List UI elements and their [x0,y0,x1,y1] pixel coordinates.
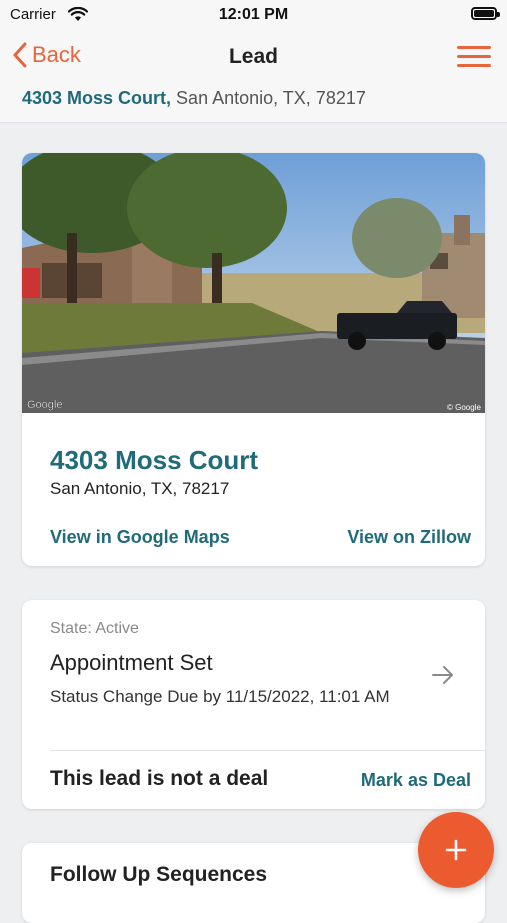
divider [50,750,485,751]
property-card: Google © Google 4303 Moss Court San Anto… [22,153,485,566]
header-address-street: 4303 Moss Court, [22,88,172,108]
page-title: Lead [228,45,278,68]
deal-status-text: This lead is not a deal [50,767,269,790]
battery-icon [471,7,500,20]
property-city: San Antonio, TX, 78217 [50,479,230,498]
plus-icon [445,839,467,861]
header-address: 4303 Moss Court, San Antonio, TX, 78217 [22,88,366,109]
header-address-city: San Antonio, TX, 78217 [171,88,366,108]
status-card: State: Active Appointment Set Status Cha… [22,600,485,809]
property-street: 4303 Moss Court [50,445,259,475]
nav-header: Back Lead 4303 Moss Court, San Antonio, … [0,32,507,123]
menu-icon[interactable] [457,46,491,72]
lead-state: State: Active [50,620,139,637]
status-bar: Carrier 12:01 PM [0,0,507,32]
mark-as-deal-button[interactable]: Mark as Deal [361,770,471,791]
google-maps-link[interactable]: View in Google Maps [50,527,230,548]
follow-up-title: Follow Up Sequences [50,863,268,886]
follow-up-card[interactable]: Follow Up Sequences [22,843,485,923]
image-watermark-left: Google [27,399,62,411]
street-view-image[interactable]: Google © Google [22,153,485,413]
image-watermark-right: © Google [447,403,481,412]
status-due-date: Status Change Due by 11/15/2022, 11:01 A… [50,687,390,706]
add-button[interactable] [418,812,494,888]
zillow-link[interactable]: View on Zillow [347,527,471,548]
arrow-right-icon[interactable] [431,664,455,686]
clock: 12:01 PM [218,6,289,23]
lead-status: Appointment Set [50,650,213,675]
